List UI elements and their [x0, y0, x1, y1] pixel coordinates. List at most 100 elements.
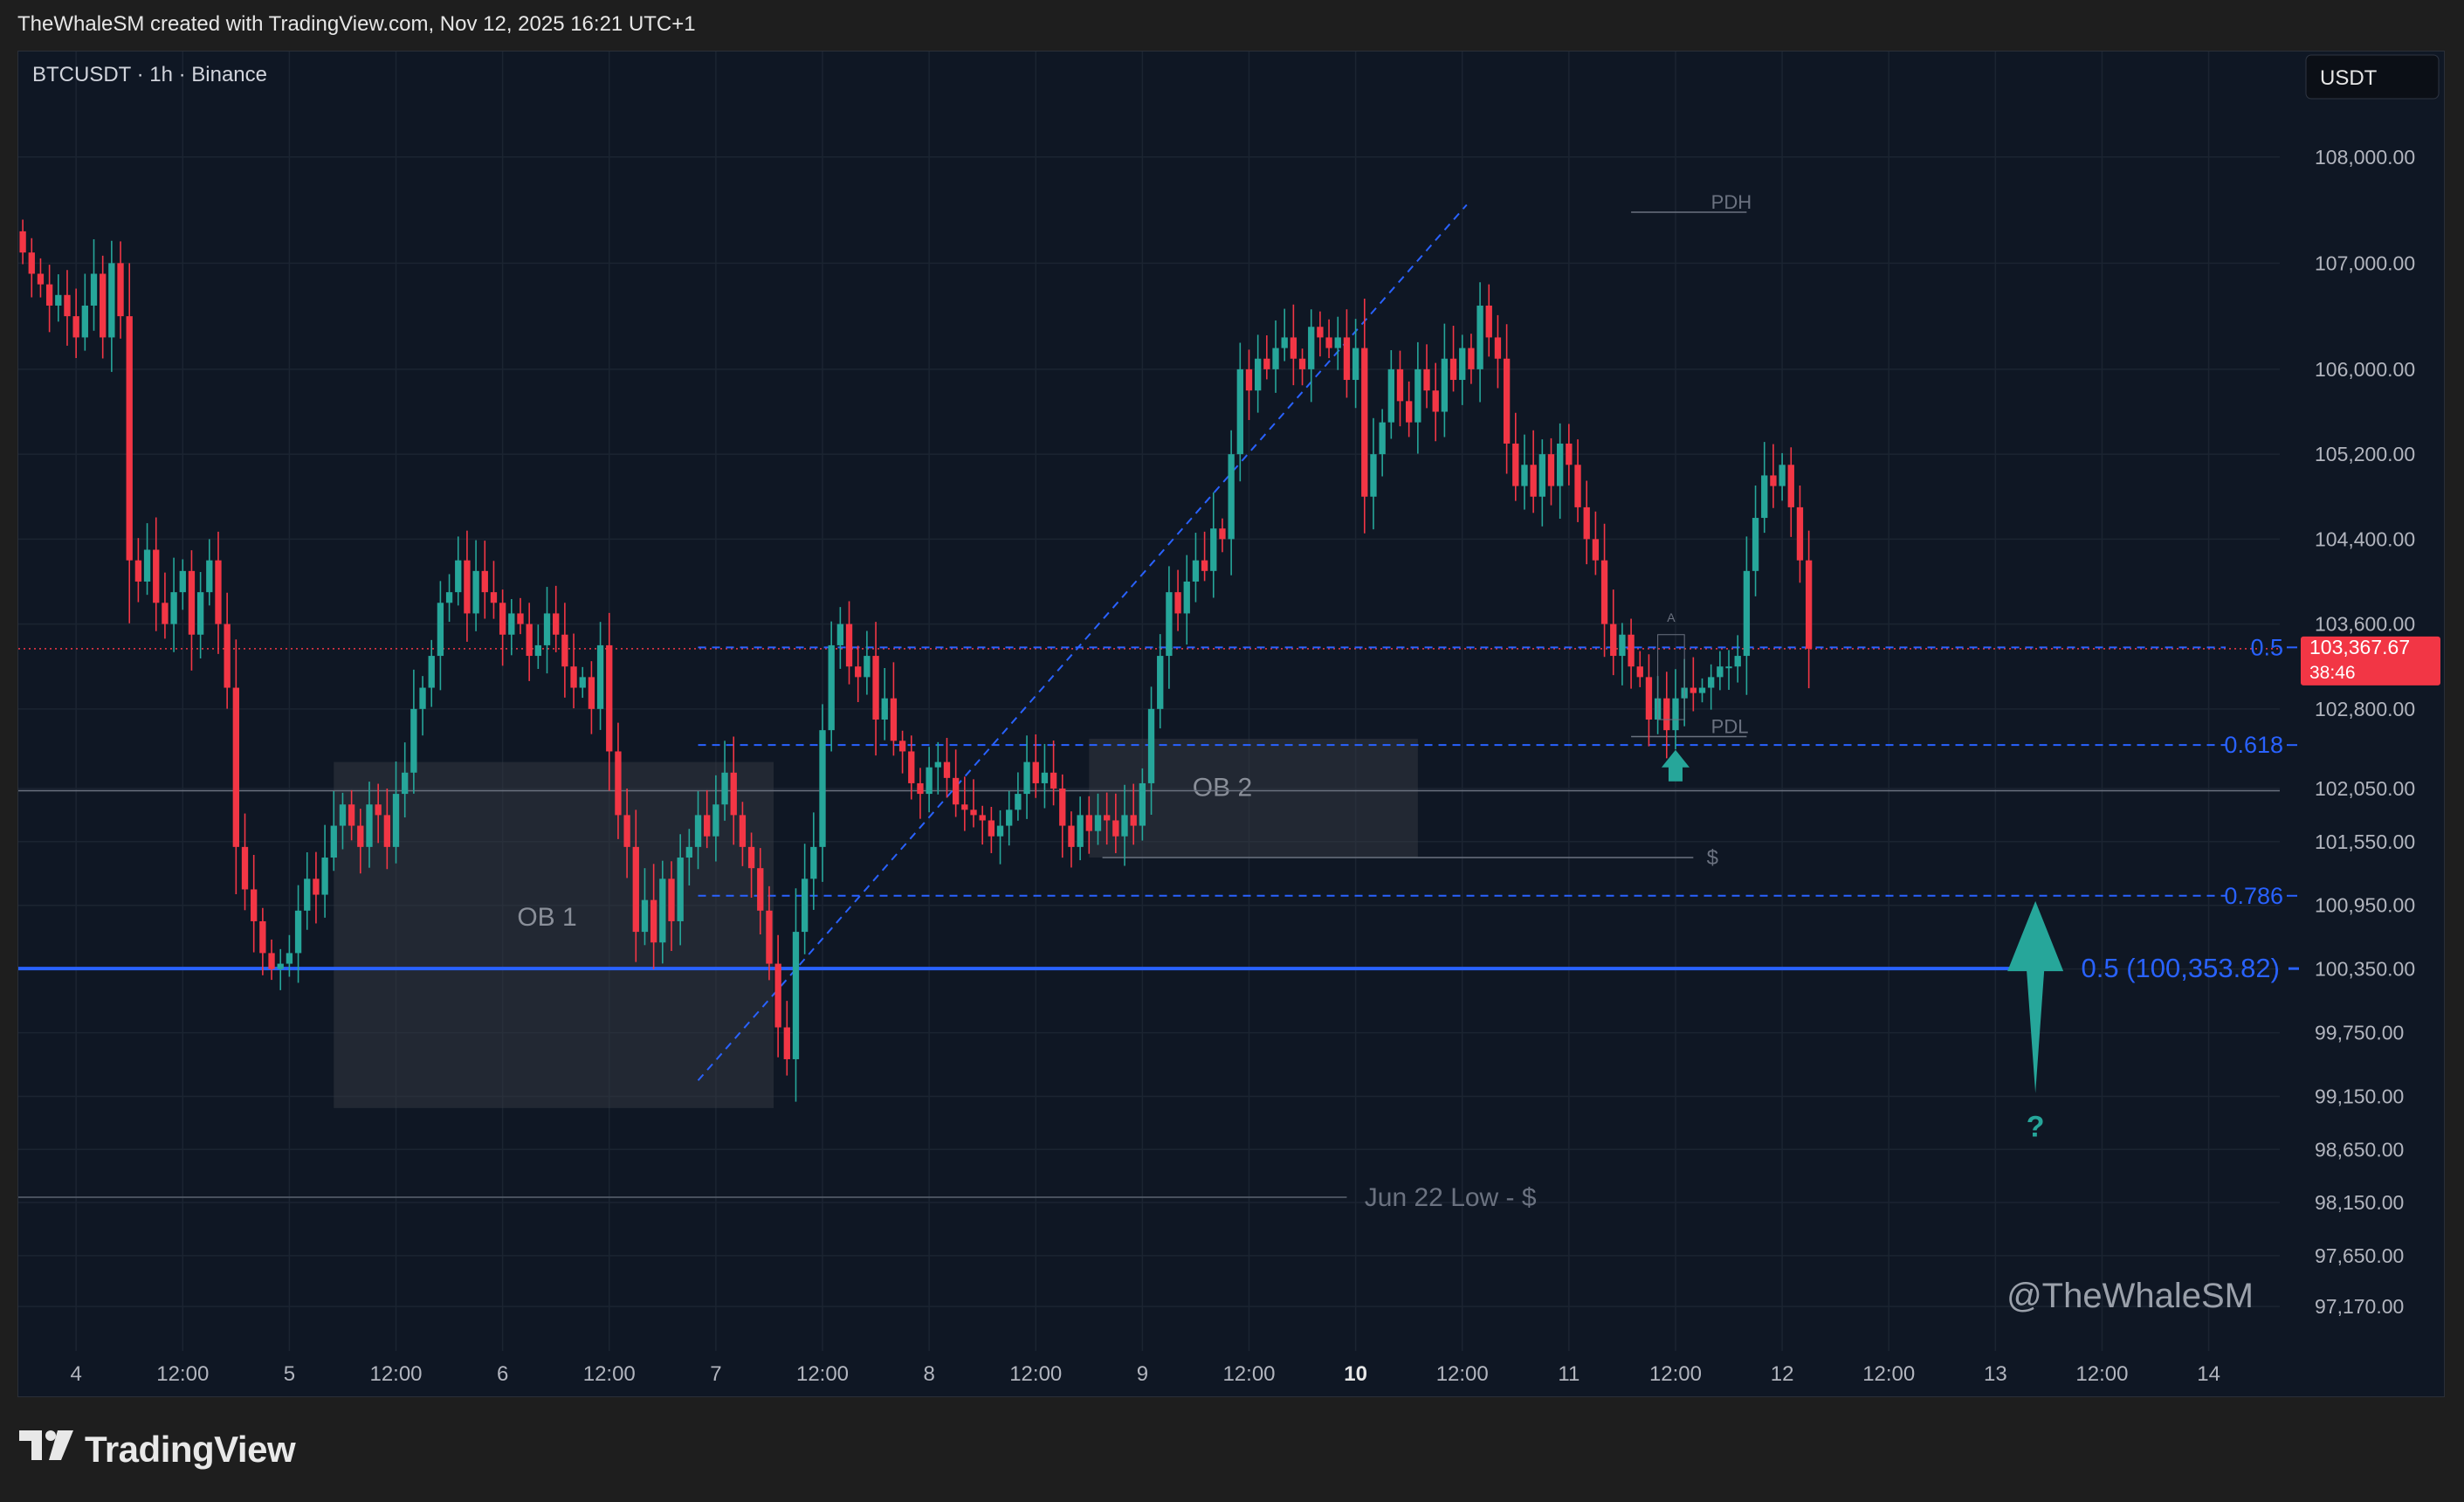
candle-body: [1521, 465, 1528, 486]
candle-body: [1263, 358, 1270, 369]
candle-body: [926, 767, 933, 795]
candle-body: [623, 815, 630, 847]
candle-body: [1592, 539, 1600, 561]
candle-body: [526, 624, 533, 657]
order-block-2: [1089, 738, 1418, 858]
candlestick-chart[interactable]: OB 1 OB 2 Jun 22 Low - $ PDH PDL $0.5 0.618 0.…: [18, 52, 2446, 1398]
candle-body: [836, 624, 844, 645]
candle-body: [1770, 475, 1777, 486]
candle-body: [1050, 772, 1057, 789]
big-arrow-up-icon: [2007, 900, 2064, 1093]
x-tick-label: 14: [2197, 1362, 2220, 1386]
y-tick-label: 103,600.00: [2315, 613, 2415, 636]
candle-body: [1361, 348, 1368, 497]
candle-body: [864, 656, 871, 678]
candle-body: [1094, 815, 1102, 831]
candle-body: [553, 613, 560, 635]
candle-body: [143, 549, 151, 582]
order-block-1-label: OB 1: [517, 903, 576, 932]
candle-body: [357, 825, 364, 847]
candle-body: [188, 570, 196, 635]
candle-body: [1432, 390, 1439, 412]
candle-body: [437, 603, 444, 657]
x-tick-label: 12:00: [156, 1362, 209, 1386]
candle-body: [153, 549, 160, 603]
chart-panel[interactable]: OB 1 OB 2 Jun 22 Low - $ PDH PDL $0.5 0.618 0.…: [17, 51, 2445, 1397]
candle-body: [206, 560, 213, 593]
candle-body: [348, 804, 355, 826]
candle-body: [543, 613, 551, 645]
candle-body: [1308, 327, 1315, 369]
candle-body: [1698, 687, 1706, 693]
candle-body: [1032, 761, 1039, 783]
fib-label-1: 0.618: [2224, 732, 2283, 758]
candle-body: [1663, 698, 1670, 731]
y-tick-label: 100,950.00: [2315, 894, 2415, 917]
y-tick-label: 105,200.00: [2315, 443, 2415, 465]
candle-body: [685, 846, 693, 858]
candle-body: [1166, 592, 1173, 657]
candle-body: [1583, 506, 1590, 540]
candle-body: [970, 810, 977, 816]
candle-body: [1779, 465, 1786, 486]
candle-body: [1387, 369, 1394, 423]
candle-body: [588, 677, 595, 709]
y-tick-label: 108,000.00: [2315, 146, 2415, 169]
candle-body: [979, 815, 986, 821]
candle-body: [1538, 454, 1545, 497]
candle-body: [561, 634, 568, 667]
candle-body: [810, 846, 817, 879]
candle-body: [81, 305, 88, 338]
candle-body: [100, 273, 107, 338]
candle-body: [917, 782, 924, 795]
candle-body: [55, 294, 62, 306]
x-tick-label: 12:00: [1009, 1362, 1062, 1386]
candle-body: [641, 899, 649, 933]
candle-body: [1379, 422, 1386, 455]
x-tick-label: 12:00: [2075, 1362, 2128, 1386]
candle-body: [961, 804, 968, 810]
candle-body: [1619, 634, 1626, 657]
watermark: @TheWhaleSM: [2006, 1277, 2254, 1315]
candle-body: [1192, 560, 1200, 582]
fib-swing-line: [697, 203, 1468, 1081]
candle-body: [747, 846, 755, 869]
candle-body: [241, 846, 249, 890]
candle-body: [1574, 465, 1581, 507]
x-tick-label: 12:00: [796, 1362, 849, 1386]
candle-body: [1752, 518, 1759, 571]
candle-body: [1503, 358, 1511, 444]
candle-body: [1130, 815, 1137, 826]
x-tick-label: 12:00: [1862, 1362, 1915, 1386]
x-tick-label: 6: [497, 1362, 508, 1386]
candle-body: [677, 858, 684, 921]
x-tick-label: 11: [1558, 1362, 1580, 1386]
candle-body: [464, 560, 471, 614]
candle-body: [268, 953, 275, 969]
annotations: A? 103,367.67 38:46: [1657, 610, 2440, 1144]
candle-body: [1041, 772, 1049, 783]
candle-body: [508, 613, 515, 635]
candle-body: [1147, 708, 1155, 783]
y-tick-label: 106,000.00: [2315, 358, 2415, 381]
x-tick-label: 8: [923, 1362, 934, 1386]
order-block-2-label: OB 2: [1193, 774, 1252, 803]
candle-body: [1245, 369, 1253, 391]
candle-body: [632, 846, 639, 933]
candle-body: [232, 687, 239, 847]
candle-body: [1805, 560, 1813, 649]
candle-body: [499, 603, 506, 635]
candle-body: [1423, 369, 1430, 391]
candle-body: [375, 804, 382, 816]
candle-body: [570, 666, 577, 688]
symbol-label[interactable]: BTCUSDT · 1h · Binance: [32, 63, 267, 86]
candle-body: [1557, 443, 1564, 486]
currency-button[interactable]: USDT: [2305, 54, 2440, 100]
candle-body: [1157, 656, 1164, 709]
candle-body: [419, 687, 426, 709]
y-tick-label: 100,350.00: [2315, 958, 2415, 981]
candle-body: [134, 560, 142, 582]
candle-body: [1317, 327, 1324, 338]
candle-body: [988, 820, 995, 837]
candle-body: [881, 698, 888, 720]
